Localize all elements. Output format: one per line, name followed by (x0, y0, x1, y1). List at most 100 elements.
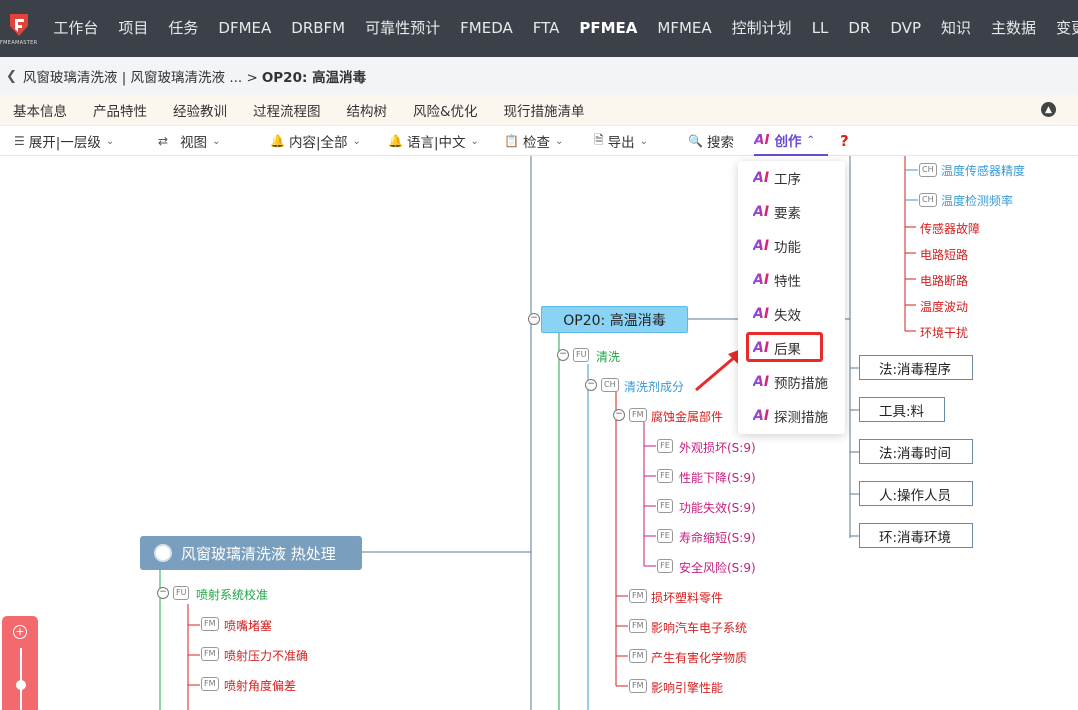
zoom-slider-track[interactable] (20, 648, 22, 710)
nav-item[interactable]: DR (838, 0, 880, 57)
nav-item[interactable]: LL (802, 0, 839, 57)
nav-item[interactable]: PFMEA (569, 0, 647, 57)
factor-node[interactable]: 环:消毒环境 (859, 523, 973, 548)
chevron-down-icon: ⌄ (212, 135, 221, 147)
expand-dropdown[interactable]: ☰ 展开|一层级 ⌄ (14, 126, 114, 156)
effect-node[interactable]: 功能失效(S:9) (679, 499, 756, 516)
fm-tag: FM (629, 679, 647, 693)
tab[interactable]: 经验教训 (160, 100, 240, 120)
tab[interactable]: 结构树 (334, 100, 401, 120)
nav-item[interactable]: FTA (523, 0, 570, 57)
root-node-label: 风窗玻璃清洗液 热处理 (181, 544, 336, 563)
failure-mode-node[interactable]: 喷嘴堵塞 (224, 617, 272, 634)
characteristic-node[interactable]: 温度传感器精度 (941, 162, 1025, 179)
collapse-toggle[interactable]: − (557, 349, 569, 361)
ai-icon: AI (753, 374, 770, 390)
failure-cause-node[interactable]: 电路断路 (920, 272, 968, 289)
effect-node[interactable]: 安全风险(S:9) (679, 559, 756, 576)
nav-item[interactable]: MFMEA (647, 0, 721, 57)
tab[interactable]: 产品特性 (80, 100, 160, 120)
ch-tag: CH (919, 163, 937, 177)
nav-item[interactable]: 项目 (108, 0, 158, 57)
chevron-down-icon: ⌄ (470, 135, 479, 147)
ai-menu-item-process[interactable]: AI 工序 (738, 166, 845, 190)
op-node[interactable]: OP20: 高温消毒 (541, 306, 688, 333)
nav-item[interactable]: 变更 (1046, 0, 1078, 57)
check-label: 检查 (522, 135, 550, 151)
failure-cause-node[interactable]: 温度波动 (920, 298, 968, 315)
nav-items: 工作台 项目 任务 DFMEA DRBFM 可靠性预计 FMEDA FTA PFMEA MFMEA… (43, 0, 1078, 57)
menu-item-label: 要素 (774, 206, 802, 222)
effect-node[interactable]: 外观损坏(S:9) (679, 439, 756, 456)
nav-item[interactable]: DFMEA (208, 0, 281, 57)
factor-node[interactable]: 工具:料 (859, 397, 945, 422)
failure-mode-node[interactable]: 喷射角度偏差 (224, 677, 296, 694)
back-chevron-icon[interactable]: ❮ (6, 69, 17, 84)
failure-mode-node[interactable]: 腐蚀金属部件 (651, 408, 723, 425)
fm-tag: FM (629, 649, 647, 663)
collapse-toggle[interactable]: − (613, 409, 625, 421)
factor-node[interactable]: 法:消毒程序 (859, 355, 973, 380)
content-dropdown[interactable]: 🔔 内容|全部 ⌄ (270, 126, 361, 156)
failure-cause-node[interactable]: 环境干扰 (920, 324, 968, 341)
failure-mode-node[interactable]: 喷射压力不准确 (224, 647, 308, 664)
effect-node[interactable]: 性能下降(S:9) (679, 469, 756, 486)
fm-tag: FM (201, 677, 219, 691)
collapse-up-icon[interactable]: ▲ (1041, 102, 1056, 117)
nav-item[interactable]: 控制计划 (722, 0, 802, 57)
failure-mode-node[interactable]: 影响引擎性能 (651, 679, 723, 696)
menu-item-label: 预防措施 (774, 376, 829, 392)
collapse-toggle[interactable]: − (157, 587, 169, 599)
function-node[interactable]: 喷射系统校准 (196, 586, 268, 603)
failure-mode-node[interactable]: 损坏塑料零件 (651, 589, 723, 606)
failure-mode-node[interactable]: 产生有害化学物质 (651, 649, 747, 666)
nav-item[interactable]: FMEDA (450, 0, 523, 57)
ai-menu-item-prevention[interactable]: AI 预防措施 (738, 370, 845, 394)
factor-node[interactable]: 人:操作人员 (859, 481, 973, 506)
nav-item[interactable]: 主数据 (981, 0, 1046, 57)
ai-menu-item-characteristic[interactable]: AI 特性 (738, 268, 845, 292)
help-button[interactable]: ? (840, 126, 849, 156)
menu-item-label: 工序 (774, 172, 802, 188)
view-dropdown[interactable]: ⇄ 视图 ⌄ (158, 126, 220, 156)
nav-item[interactable]: 可靠性预计 (355, 0, 450, 57)
tab[interactable]: 基本信息 (0, 100, 80, 120)
ai-menu-item-detection[interactable]: AI 探测措施 (738, 404, 845, 428)
mind-map-canvas[interactable]: 风窗玻璃清洗液 热处理 − OP20: 高温消毒 − FU 清洗 − CH 清洗… (0, 156, 1078, 710)
root-node[interactable]: 风窗玻璃清洗液 热处理 (140, 536, 362, 570)
characteristic-node[interactable]: 清洗剂成分 (624, 378, 684, 395)
ai-menu-item-element[interactable]: AI 要素 (738, 200, 845, 224)
nav-item[interactable]: 工作台 (43, 0, 108, 57)
ai-menu-item-failure[interactable]: AI 失效 (738, 302, 845, 326)
nav-item[interactable]: 任务 (158, 0, 208, 57)
effect-node[interactable]: 寿命缩短(S:9) (679, 529, 756, 546)
collapse-toggle[interactable]: − (528, 313, 540, 325)
tab[interactable]: 现行措施清单 (491, 100, 598, 120)
ai-menu-item-function[interactable]: AI 功能 (738, 234, 845, 258)
create-label: 创作 (774, 134, 802, 150)
zoom-control[interactable]: + (2, 616, 38, 710)
app-logo[interactable]: FMEAMASTER (0, 0, 37, 57)
nav-item[interactable]: DVP (880, 0, 931, 57)
factor-node[interactable]: 法:消毒时间 (859, 439, 973, 464)
search-button[interactable]: 🔍 搜索 (688, 126, 734, 156)
function-node[interactable]: 清洗 (596, 348, 620, 365)
zoom-in-icon[interactable]: + (13, 625, 27, 639)
export-dropdown[interactable]: 🗎 导出 ⌄ (594, 126, 648, 156)
breadcrumb-path[interactable]: 风窗玻璃清洗液 | 风窗玻璃清洗液 ... > (23, 66, 258, 86)
failure-mode-node[interactable]: 影响汽车电子系统 (651, 619, 747, 636)
zoom-slider-handle[interactable] (16, 680, 26, 690)
nav-item[interactable]: DRBFM (281, 0, 355, 57)
menu-item-label: 功能 (774, 240, 802, 256)
nav-item[interactable]: 知识 (931, 0, 981, 57)
create-dropdown[interactable]: AI 创作 ⌃ (754, 126, 828, 156)
characteristic-node[interactable]: 温度检测频率 (941, 192, 1013, 209)
check-dropdown[interactable]: 📋 检查 ⌄ (504, 126, 563, 156)
failure-cause-node[interactable]: 传感器故障 (920, 220, 980, 237)
collapse-toggle[interactable]: − (585, 379, 597, 391)
menu-item-label: 探测措施 (774, 410, 829, 426)
failure-cause-node[interactable]: 电路短路 (920, 246, 968, 263)
tab[interactable]: 风险&优化 (400, 100, 491, 120)
tab[interactable]: 过程流程图 (240, 100, 334, 120)
language-dropdown[interactable]: 🔔 语言|中文 ⌄ (388, 126, 479, 156)
